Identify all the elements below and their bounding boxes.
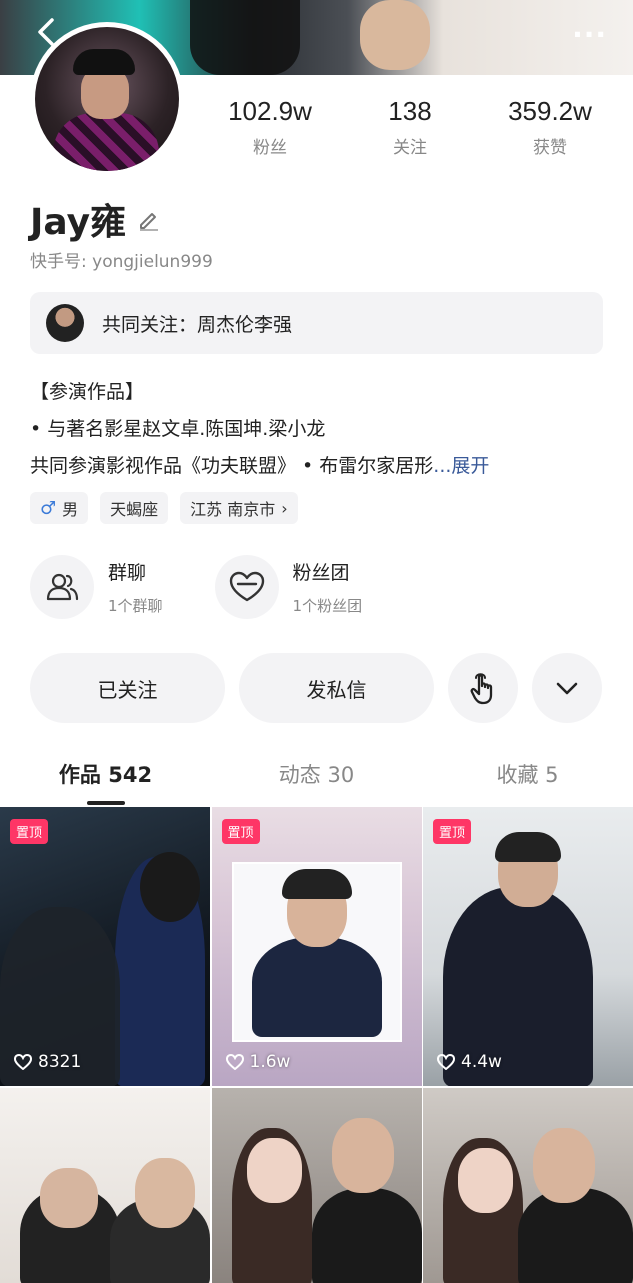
tag-text: 男 [62,500,79,519]
video-thumbnail[interactable] [211,1088,422,1283]
video-likes: 4.4w [437,1052,502,1072]
content-tabs: 作品 542 动态 30 收藏 5 [0,755,633,805]
bio-line: 【参演作品】 [30,381,145,403]
tab-moments[interactable]: 动态 30 [211,755,422,805]
video-likes: 1.6w [225,1052,291,1072]
group-subtitle: 1个粉丝团 [292,597,363,615]
fan-club-icon [214,555,279,619]
bio-line: • 与著名影星赵文卓.陈国坤.梁小龙 [30,418,326,440]
avatar[interactable] [30,22,184,176]
group-title: 粉丝团 [292,562,350,584]
male-icon: ♂ [40,497,57,519]
chevron-right-icon: › [281,498,288,518]
video-thumbnail[interactable] [0,1088,210,1283]
edit-pencil-icon[interactable] [136,206,162,232]
profile-stats: 102.9w 粉丝 138 关注 359.2w 获赞 [200,96,620,158]
video-thumbnail[interactable] [423,1088,633,1283]
tag-gender: ♂ 男 [30,492,89,524]
stat-following[interactable]: 138 关注 [340,96,480,158]
stat-likes[interactable]: 359.2w 获赞 [480,96,620,158]
video-thumbnail[interactable]: 置顶 1.6w [211,807,422,1086]
followed-button[interactable]: 已关注 [30,653,225,723]
banner-image-part [190,0,300,75]
tag-text: 江苏 南京市 [190,500,276,519]
bio: 【参演作品】 • 与著名影星赵文卓.陈国坤.梁小龙 共同参演影视作品《功夫联盟》… [30,374,620,485]
stat-fans[interactable]: 102.9w 粉丝 [200,96,340,158]
common-follow-avatar [46,304,84,342]
stat-label: 关注 [393,138,427,158]
pinned-badge: 置顶 [221,819,260,844]
tag-zodiac: 天蝎座 [100,492,169,524]
profile-name: Jay雍 [30,202,127,243]
tap-button[interactable] [448,653,518,723]
video-thumbnail[interactable]: 置顶 8321 [0,807,210,1086]
heart-icon [437,1054,455,1070]
group-chat-icon [30,555,94,619]
more-options-button[interactable]: ··· [572,18,607,51]
video-grid: 置顶 8321 置顶 1.6w 置顶 4.4w [0,807,633,1283]
tab-favorites[interactable]: 收藏 5 [422,755,633,805]
likes-count: 8321 [38,1052,82,1072]
expand-bio-link[interactable]: ...展开 [433,455,489,477]
stat-value: 102.9w [228,96,312,126]
action-buttons: 已关注 发私信 [30,653,603,723]
bio-line: 共同参演影视作品《功夫联盟》 • 布雷尔家居形 [30,455,434,477]
likes-count: 1.6w [249,1052,291,1072]
heart-icon [14,1054,32,1070]
name-row: Jay雍 [30,193,162,245]
expand-more-button[interactable] [532,653,602,723]
heart-icon [225,1054,244,1070]
group-title: 群聊 [108,562,147,584]
group-subtitle: 1个群聊 [108,597,163,615]
tab-works[interactable]: 作品 542 [0,755,211,805]
kwai-id: 快手号: yongjielun999 [30,252,213,272]
likes-count: 4.4w [461,1052,502,1072]
group-chat-entry[interactable]: 群聊 1个群聊 [30,555,163,619]
pinned-badge: 置顶 [10,819,49,844]
profile-tags: ♂ 男 天蝎座 江苏 南京市 › [30,492,298,524]
send-message-button[interactable]: 发私信 [239,653,434,723]
video-thumbnail[interactable]: 置顶 4.4w [423,807,633,1086]
common-follow-card[interactable]: 共同关注：周杰伦李强 [30,292,603,354]
tap-hand-icon [470,673,493,705]
tag-text: 天蝎座 [110,500,159,519]
group-entries: 群聊 1个群聊 粉丝团 1个粉丝团 [30,555,362,619]
pinned-badge: 置顶 [433,819,472,844]
fan-club-entry[interactable]: 粉丝团 1个粉丝团 [214,555,363,619]
stat-label: 获赞 [533,138,567,158]
banner-image-part [360,0,430,70]
stat-label: 粉丝 [253,138,287,158]
stat-value: 359.2w [508,96,592,126]
tag-location[interactable]: 江苏 南京市 › [180,492,298,524]
video-likes: 8321 [14,1052,81,1072]
common-follow-text: 共同关注：周杰伦李强 [102,313,293,336]
stat-value: 138 [388,96,432,126]
chevron-down-icon [556,682,578,695]
